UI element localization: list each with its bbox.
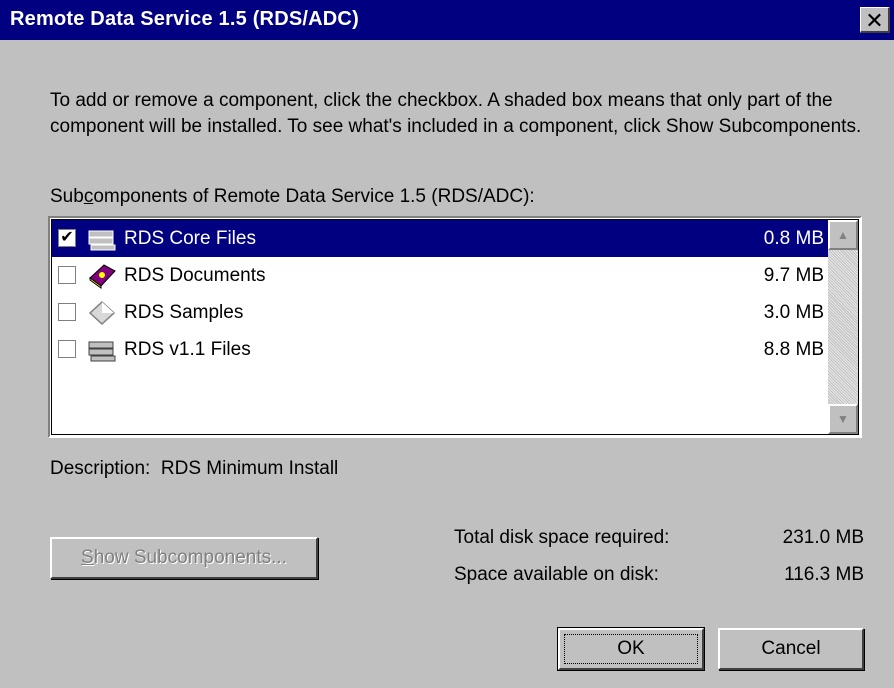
scroll-down-button[interactable]: ▼ xyxy=(828,404,858,434)
focus-rect xyxy=(564,634,698,664)
total-disk-value: 231.0 MB xyxy=(782,527,864,548)
book-icon xyxy=(89,264,116,289)
list-item-rds-samples[interactable]: RDS Samples 3.0 MB xyxy=(52,294,832,331)
checkbox-rds-v11-files[interactable] xyxy=(58,340,76,358)
available-disk-label: Space available on disk: xyxy=(454,564,659,585)
component-size: 3.0 MB xyxy=(763,302,824,323)
checkbox-rds-core-files[interactable]: ✔ xyxy=(58,229,76,247)
show-subcomponents-button[interactable]: Show Subcomponents... xyxy=(50,537,318,579)
component-size: 9.7 MB xyxy=(763,265,824,286)
drive-stack-icon xyxy=(88,230,116,251)
scroll-up-button[interactable]: ▲ xyxy=(828,220,858,250)
description: Description: RDS Minimum Install xyxy=(50,458,338,480)
cancel-button[interactable]: Cancel xyxy=(718,628,864,670)
list-item-rds-v11-files[interactable]: RDS v1.1 Files 8.8 MB xyxy=(52,331,832,368)
components-list: ✔ RDS Core Files 0.8 MB RDS Documents 9.… xyxy=(52,220,832,368)
drive-stack-icon xyxy=(88,341,116,362)
component-label: RDS v1.1 Files xyxy=(124,339,251,360)
subcomponents-label-part: omponents of Remote Data Service 1.5 (RD… xyxy=(93,186,535,207)
window-title: Remote Data Service 1.5 (RDS/ADC) xyxy=(10,8,359,30)
description-value: RDS Minimum Install xyxy=(160,458,339,479)
component-size: 8.8 MB xyxy=(763,339,824,360)
subcomponents-label: Subcomponents of Remote Data Service 1.5… xyxy=(50,186,535,208)
show-subcomponents-label: how Subcomponents... xyxy=(93,547,287,568)
show-subcomponents-mnemonic: S xyxy=(81,547,94,568)
subcomponents-label-mnemonic: c xyxy=(83,186,94,207)
checkbox-rds-documents[interactable] xyxy=(58,266,76,284)
close-button[interactable]: ✕ xyxy=(860,7,890,33)
instructions-text: To add or remove a component, click the … xyxy=(50,90,862,137)
title-bar: Remote Data Service 1.5 (RDS/ADC) ✕ xyxy=(0,0,894,40)
component-label: RDS Core Files xyxy=(124,228,256,249)
list-scrollbar[interactable]: ▲ ▼ xyxy=(828,220,858,434)
description-label: Description: xyxy=(50,458,151,479)
checkbox-rds-samples[interactable] xyxy=(58,303,76,321)
subcomponents-label-part: Sub xyxy=(50,186,84,207)
cancel-label: Cancel xyxy=(761,638,821,659)
component-label: RDS Samples xyxy=(124,302,244,323)
component-label: RDS Documents xyxy=(124,265,266,286)
available-disk-value: 116.3 MB xyxy=(784,564,864,585)
total-disk-label: Total disk space required: xyxy=(454,527,670,548)
diamond-icon xyxy=(88,300,116,326)
list-item-rds-core-files[interactable]: ✔ RDS Core Files 0.8 MB xyxy=(52,220,832,257)
ok-button[interactable]: OK xyxy=(557,627,705,671)
list-item-rds-documents[interactable]: RDS Documents 9.7 MB xyxy=(52,257,832,294)
component-size: 0.8 MB xyxy=(763,228,824,249)
components-listbox[interactable]: ✔ RDS Core Files 0.8 MB RDS Documents 9.… xyxy=(48,216,862,438)
